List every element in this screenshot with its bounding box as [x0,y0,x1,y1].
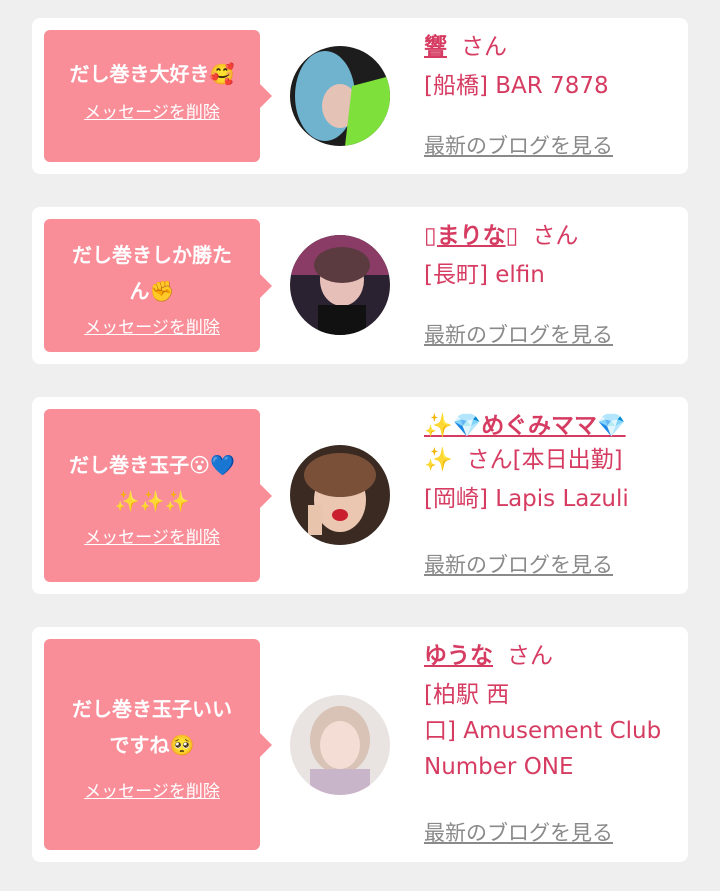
message-card: だし巻き玉子😮💙 ✨✨✨ メッセージを削除 ✨💎めぐみママ💎 ✨ さん[本日出勤]… [32,397,688,594]
message-bubble: だし巻きしか勝た ん✊ メッセージを削除 [44,219,272,352]
latest-blog-link[interactable]: 最新のブログを見る [424,130,613,160]
message-text: ん✊ [129,279,175,303]
shop-info: 響さん [船橋] BAR 7878 [424,30,674,104]
honorific: さん [461,34,507,60]
shop-info: ▯まりな▯ さん [長町] elfin [424,219,674,293]
message-bubble: だし巻き玉子いい ですね🥺 メッセージを削除 [44,639,272,850]
message-card: だし巻き玉子いい ですね🥺 メッセージを削除 ゆうな さん [柏駅 西 口] Am… [32,627,688,862]
message-text: だし巻き玉子いい [72,697,232,721]
delete-message-link[interactable]: メッセージを削除 [54,523,250,548]
message-bubble: だし巻き大好き🥰 メッセージを削除 [44,30,272,162]
message-bubble: だし巻き玉子😮💙 ✨✨✨ メッセージを削除 [44,409,272,582]
message-text: だし巻きしか勝た [72,243,232,267]
cast-name-link[interactable]: ✨💎めぐみママ💎 [424,413,626,439]
avatar[interactable] [290,235,390,335]
avatar[interactable] [290,695,390,795]
shop-place: [岡崎] Lapis Lazuli [424,486,629,512]
message-text: だし巻き大好き🥰 [69,62,235,86]
honorific: さん [507,643,553,669]
shop-info: ✨💎めぐみママ💎 ✨ さん[本日出勤] [岡崎] Lapis Lazuli [424,409,674,517]
shop-info: ゆうな さん [柏駅 西 口] Amusement Club Number ONE [424,639,674,785]
honorific: さん [532,223,579,249]
delete-message-link[interactable]: メッセージを削除 [54,98,250,123]
message-card: だし巻きしか勝た ん✊ メッセージを削除 ▯まりな▯ さん [長町] elfin … [32,207,688,364]
message-card: だし巻き大好き🥰 メッセージを削除 響さん [船橋] BAR 7878 最新のブ… [32,18,688,174]
message-text: ですね🥺 [109,733,195,757]
delete-message-link[interactable]: メッセージを削除 [54,777,250,802]
message-text: ✨✨✨ [114,489,190,513]
message-list: だし巻き大好き🥰 メッセージを削除 響さん [船橋] BAR 7878 最新のブ… [0,0,720,891]
cast-name-link[interactable]: ゆうな [424,643,493,669]
message-text: だし巻き玉子😮💙 [69,453,235,477]
avatar[interactable] [290,46,390,146]
latest-blog-link[interactable]: 最新のブログを見る [424,817,613,847]
latest-blog-link[interactable]: 最新のブログを見る [424,549,613,579]
sparkle-icon: ✨ [424,447,453,473]
avatar[interactable] [290,445,390,545]
shop-place-line: [柏駅 西 [424,682,510,708]
shop-place: [長町] elfin [424,262,545,288]
honorific-status: さん[本日出勤] [466,447,623,473]
shop-place-line: Number ONE [424,754,574,780]
shop-place: [船橋] BAR 7878 [424,73,609,99]
latest-blog-link[interactable]: 最新のブログを見る [424,319,613,349]
shop-place-line: 口] Amusement Club [424,718,662,744]
cast-name-link[interactable]: ▯まりな▯ [424,223,518,249]
delete-message-link[interactable]: メッセージを削除 [54,313,250,338]
cast-name-link[interactable]: 響 [424,34,447,60]
